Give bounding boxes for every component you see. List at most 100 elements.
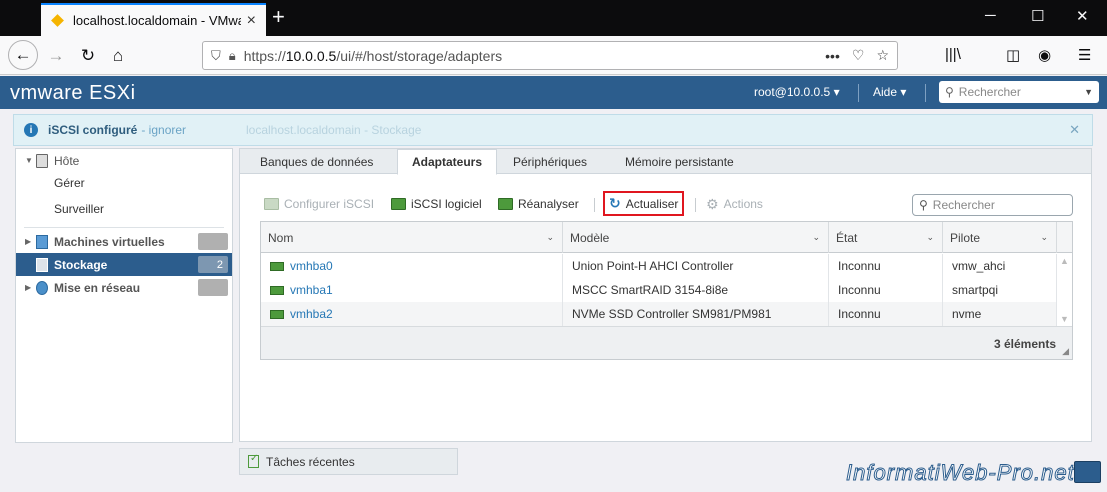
tab-persistent-memory[interactable]: Mémoire persistante xyxy=(625,149,734,174)
column-header-state[interactable]: État ⌄ xyxy=(829,222,943,253)
sidebar-item-manage[interactable]: Gérer xyxy=(16,171,232,194)
column-header-name[interactable]: Nom ⌄ xyxy=(261,222,563,253)
gear-icon: ⚙ xyxy=(706,195,719,212)
grid-search-input[interactable]: ⚲ Rechercher xyxy=(912,194,1073,216)
cell-driver: vmw_ahci xyxy=(943,254,1057,278)
chevron-down-icon[interactable]: ▼ xyxy=(1060,314,1069,324)
resize-handle-icon[interactable]: ◢ xyxy=(1062,346,1069,357)
host-icon xyxy=(36,153,48,168)
count-badge: 2 xyxy=(198,256,228,273)
navigator-sidebar: ▼ Hôte Gérer Surveiller ▶ Machines virtu… xyxy=(15,148,233,443)
rescan-button[interactable]: Réanalyser xyxy=(498,193,579,215)
close-tab-icon[interactable]: × xyxy=(247,12,256,30)
ignore-link[interactable]: - ignorer xyxy=(141,123,186,137)
user-menu[interactable]: root@10.0.0.5 ▾ xyxy=(754,85,840,99)
menu-icon[interactable]: ☰ xyxy=(1078,46,1091,64)
grid-scrollbar[interactable]: ▲ ▼ xyxy=(1057,254,1072,326)
adapters-toolbar: Configurer iSCSI iSCSI logiciel Réanalys… xyxy=(240,191,1091,216)
close-notification-icon[interactable]: ✕ xyxy=(1069,122,1080,138)
grid-header: Nom ⌄ Modèle ⌄ État ⌄ Pilote ⌄ xyxy=(261,222,1072,253)
chevron-down-icon[interactable]: ⌄ xyxy=(1040,232,1048,243)
configure-iscsi-button[interactable]: Configurer iSCSI xyxy=(264,193,374,215)
back-button[interactable]: ← xyxy=(8,40,38,70)
sidebar-item-label: Machines virtuelles xyxy=(54,234,165,249)
pocket-icon[interactable]: ♡ xyxy=(852,47,865,64)
vmware-logo: vmware ESXi xyxy=(10,82,136,104)
adapter-icon xyxy=(270,309,284,319)
storage-tabs: Banques de données Adaptateurs Périphéri… xyxy=(240,149,1091,175)
library-icon[interactable]: |||\ xyxy=(945,46,961,63)
column-header-label: État xyxy=(836,230,858,245)
table-row[interactable]: vmhba0 Union Point-H AHCI Controller Inc… xyxy=(261,254,1057,278)
browser-tab[interactable]: localhost.localdomain - VMware ESXi × xyxy=(41,3,266,36)
adapter-link[interactable]: vmhba0 xyxy=(290,259,333,273)
cell-name: vmhba0 xyxy=(261,254,563,278)
chevron-down-icon[interactable]: ⌄ xyxy=(926,232,934,243)
url-bar[interactable]: ⛉ 🔒︎ https://10.0.0.5/ui/#/host/storage/… xyxy=(202,41,898,70)
computer-icon xyxy=(1074,461,1101,483)
cell-state: Inconnu xyxy=(829,302,943,326)
new-tab-button[interactable]: + xyxy=(272,5,285,29)
header-search-input[interactable]: ⚲ Rechercher ▼ xyxy=(939,81,1099,103)
help-menu[interactable]: Aide ▾ xyxy=(873,85,906,99)
refresh-button[interactable]: ↻ Actualiser xyxy=(603,191,685,216)
account-icon[interactable]: ◉ xyxy=(1038,46,1051,64)
sidebar-item-label: Mise en réseau xyxy=(54,280,141,295)
adapter-link[interactable]: vmhba2 xyxy=(290,307,333,321)
actions-button[interactable]: ⚙ Actions xyxy=(706,193,763,215)
tab-datastores[interactable]: Banques de données xyxy=(260,149,373,174)
column-header-driver[interactable]: Pilote ⌄ xyxy=(943,222,1057,253)
more-icon[interactable]: ••• xyxy=(825,48,840,64)
sidebar-item-networking[interactable]: ▶ Mise en réseau xyxy=(16,276,232,299)
background-breadcrumb: localhost.localdomain - Stockage xyxy=(246,123,422,137)
chevron-down-icon[interactable]: ⌄ xyxy=(546,232,554,243)
minimize-icon[interactable]: ─ xyxy=(985,7,996,24)
chevron-down-icon[interactable]: ▼ xyxy=(1084,87,1093,97)
toolbar-divider xyxy=(695,198,696,212)
tab-devices[interactable]: Périphériques xyxy=(513,149,587,174)
cell-state: Inconnu xyxy=(829,278,943,302)
reload-button[interactable]: ↻ xyxy=(74,42,102,70)
expand-right-icon[interactable]: ▶ xyxy=(25,283,31,292)
column-header-model[interactable]: Modèle ⌄ xyxy=(563,222,829,253)
expand-right-icon[interactable]: ▶ xyxy=(25,237,31,246)
url-text[interactable]: https://10.0.0.5/ui/#/host/storage/adapt… xyxy=(244,48,813,64)
adapter-link[interactable]: vmhba1 xyxy=(290,283,333,297)
refresh-label: Actualiser xyxy=(625,196,679,211)
close-window-icon[interactable]: ✕ xyxy=(1076,7,1089,25)
search-icon: ⚲ xyxy=(945,85,954,99)
bookmark-star-icon[interactable]: ☆ xyxy=(876,47,889,64)
lock-icon[interactable]: 🔒︎ xyxy=(229,48,236,64)
home-button[interactable]: ⌂ xyxy=(104,42,132,70)
sidebar-item-storage[interactable]: Stockage 2 xyxy=(16,253,232,276)
favicon-icon xyxy=(51,14,64,27)
software-iscsi-button[interactable]: iSCSI logiciel xyxy=(391,193,482,215)
grid-footer: 3 éléments ◢ xyxy=(261,326,1072,359)
recent-tasks-bar[interactable]: Tâches récentes xyxy=(239,448,458,475)
sidebar-item-monitor[interactable]: Surveiller xyxy=(16,197,232,220)
adapters-grid: Nom ⌄ Modèle ⌄ État ⌄ Pilote ⌄ vmhba0 Union … xyxy=(260,221,1073,360)
sidebar-toggle-icon[interactable]: ◫ xyxy=(1006,46,1020,64)
rescan-label: Réanalyser xyxy=(518,197,579,211)
cell-name: vmhba2 xyxy=(261,302,563,326)
table-row[interactable]: vmhba2 NVMe SSD Controller SM981/PM981 I… xyxy=(261,302,1057,326)
vm-icon xyxy=(36,234,48,249)
chevron-up-icon[interactable]: ▲ xyxy=(1060,256,1069,266)
tab-adapters[interactable]: Adaptateurs xyxy=(397,149,498,175)
header-divider xyxy=(858,84,859,102)
chevron-down-icon[interactable]: ⌄ xyxy=(812,232,820,243)
globe-icon xyxy=(36,280,48,295)
actions-label: Actions xyxy=(723,197,763,211)
cell-model: Union Point-H AHCI Controller xyxy=(563,254,829,278)
notification-banner: i iSCSI configuré - ignorer localhost.lo… xyxy=(13,114,1093,146)
table-row[interactable]: vmhba1 MSCC SmartRAID 3154-8i8e Inconnu … xyxy=(261,278,1057,302)
tab-title: localhost.localdomain - VMware ESXi xyxy=(73,13,241,28)
expand-down-icon[interactable]: ▼ xyxy=(25,156,33,165)
shield-icon[interactable]: ⛉ xyxy=(211,48,221,64)
forward-button[interactable]: → xyxy=(42,42,70,70)
header-search-placeholder: Rechercher xyxy=(958,85,1021,99)
item-count: 3 éléments xyxy=(993,337,1056,351)
maximize-icon[interactable]: ☐ xyxy=(1031,7,1044,25)
sidebar-item-host[interactable]: ▼ Hôte xyxy=(16,149,232,172)
sidebar-item-virtual-machines[interactable]: ▶ Machines virtuelles xyxy=(16,230,232,253)
